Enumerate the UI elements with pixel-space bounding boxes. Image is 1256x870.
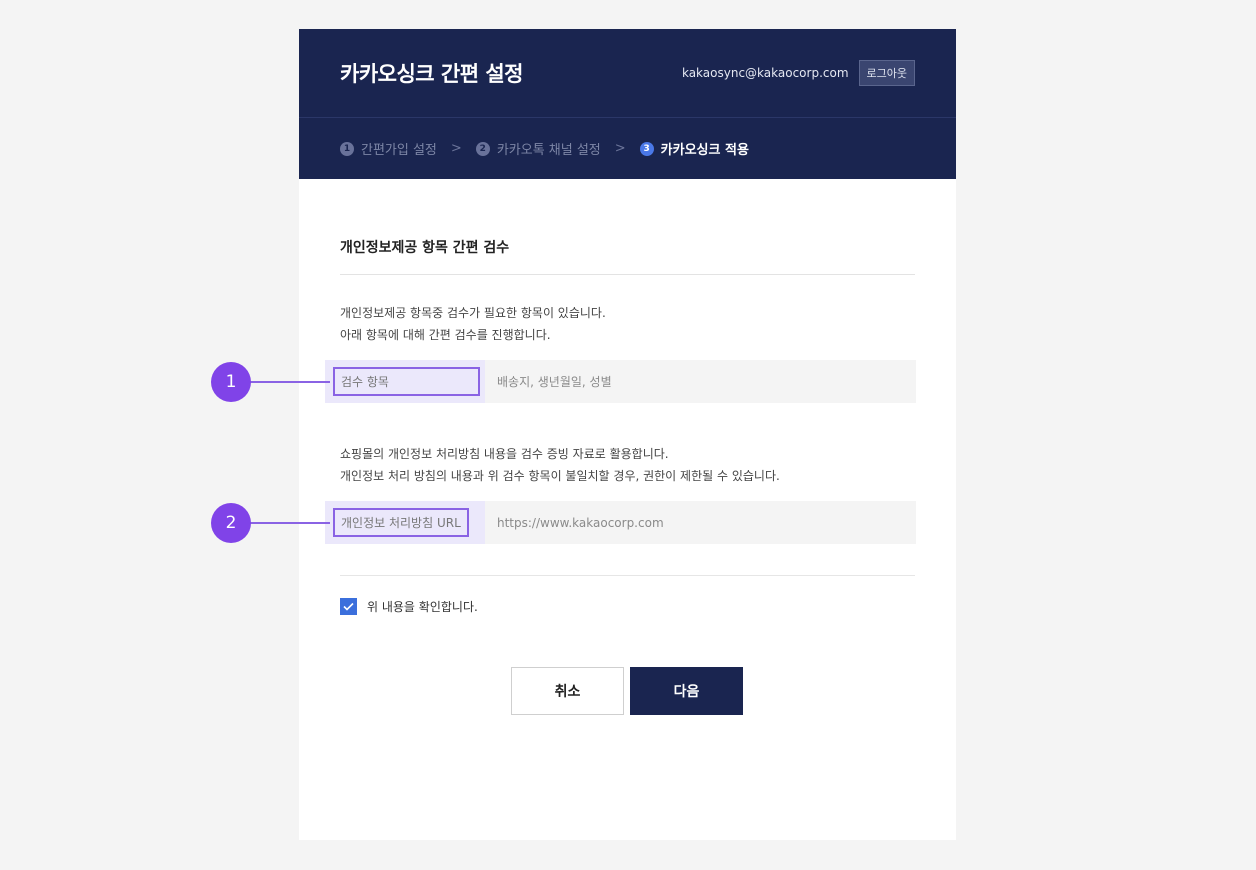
card-header: 카카오싱크 간편 설정 kakaosync@kakaocorp.com 로그아웃 [299, 29, 956, 118]
chevron-right-icon: > [450, 141, 462, 156]
privacy-url-label-cell: 개인정보 처리방침 URL [325, 501, 485, 544]
privacy-policy-description-line-1: 쇼핑몰의 개인정보 처리방침 내용을 검수 증빙 자료로 활용합니다. [340, 447, 669, 461]
privacy-policy-description: 쇼핑몰의 개인정보 처리방침 내용을 검수 증빙 자료로 활용합니다. 개인정보… [340, 443, 915, 487]
privacy-url-label: 개인정보 처리방침 URL [333, 508, 469, 537]
cancel-button[interactable]: 취소 [511, 667, 624, 715]
step-2: 2 카카오톡 채널 설정 [475, 139, 601, 158]
step-2-number: 2 [475, 141, 490, 156]
step-2-label: 카카오톡 채널 설정 [496, 143, 601, 158]
next-button[interactable]: 다음 [630, 667, 743, 715]
callout-2-line [250, 522, 330, 524]
review-items-label: 검수 항목 [333, 367, 480, 396]
callout-badge-2: 2 [211, 503, 251, 543]
confirm-label: 위 내용을 확인합니다. [367, 600, 478, 614]
step-3: 3 카카오싱크 적용 [639, 139, 749, 158]
action-buttons: 취소 다음 [511, 667, 743, 715]
step-3-number: 3 [639, 141, 654, 156]
step-1-number: 1 [340, 141, 354, 156]
step-indicator: 1 간편가입 설정 > 2 카카오톡 채널 설정 > 3 카카오싱크 적용 [299, 118, 956, 179]
callout-badge-1: 1 [211, 362, 251, 402]
review-items-row: 검수 항목 배송지, 생년월일, 성별 [325, 360, 916, 403]
privacy-url-row: 개인정보 처리방침 URL https://www.kakaocorp.com [325, 501, 916, 544]
step-3-label: 카카오싱크 적용 [660, 143, 749, 158]
chevron-right-icon: > [614, 141, 626, 156]
confirm-checkbox[interactable] [340, 598, 357, 615]
user-email: kakaosync@kakaocorp.com [681, 66, 849, 80]
setup-card: 카카오싱크 간편 설정 kakaosync@kakaocorp.com 로그아웃… [299, 29, 956, 840]
review-items-label-cell: 검수 항목 [325, 360, 485, 403]
review-description-line-1: 개인정보제공 항목중 검수가 필요한 항목이 있습니다. [340, 306, 606, 320]
confirm-row: 위 내용을 확인합니다. [340, 598, 478, 615]
review-description: 개인정보제공 항목중 검수가 필요한 항목이 있습니다. 아래 항목에 대해 간… [340, 302, 915, 346]
logout-button[interactable]: 로그아웃 [858, 60, 915, 86]
privacy-policy-description-line-2: 개인정보 처리 방침의 내용과 위 검수 항목이 불일치할 경우, 권한이 제한… [340, 469, 780, 483]
step-1-label: 간편가입 설정 [361, 143, 437, 158]
callout-1-line [250, 381, 330, 383]
section-title: 개인정보제공 항목 간편 검수 [340, 237, 915, 275]
checkmark-icon [343, 602, 354, 611]
user-area: kakaosync@kakaocorp.com 로그아웃 [682, 60, 915, 86]
app-title: 카카오싱크 간편 설정 [340, 62, 524, 86]
section-divider [340, 575, 915, 576]
step-1: 1 간편가입 설정 [340, 139, 437, 158]
privacy-url-input[interactable]: https://www.kakaocorp.com [485, 501, 916, 544]
review-items-value: 배송지, 생년월일, 성별 [485, 360, 916, 403]
review-description-line-2: 아래 항목에 대해 간편 검수를 진행합니다. [340, 328, 551, 342]
